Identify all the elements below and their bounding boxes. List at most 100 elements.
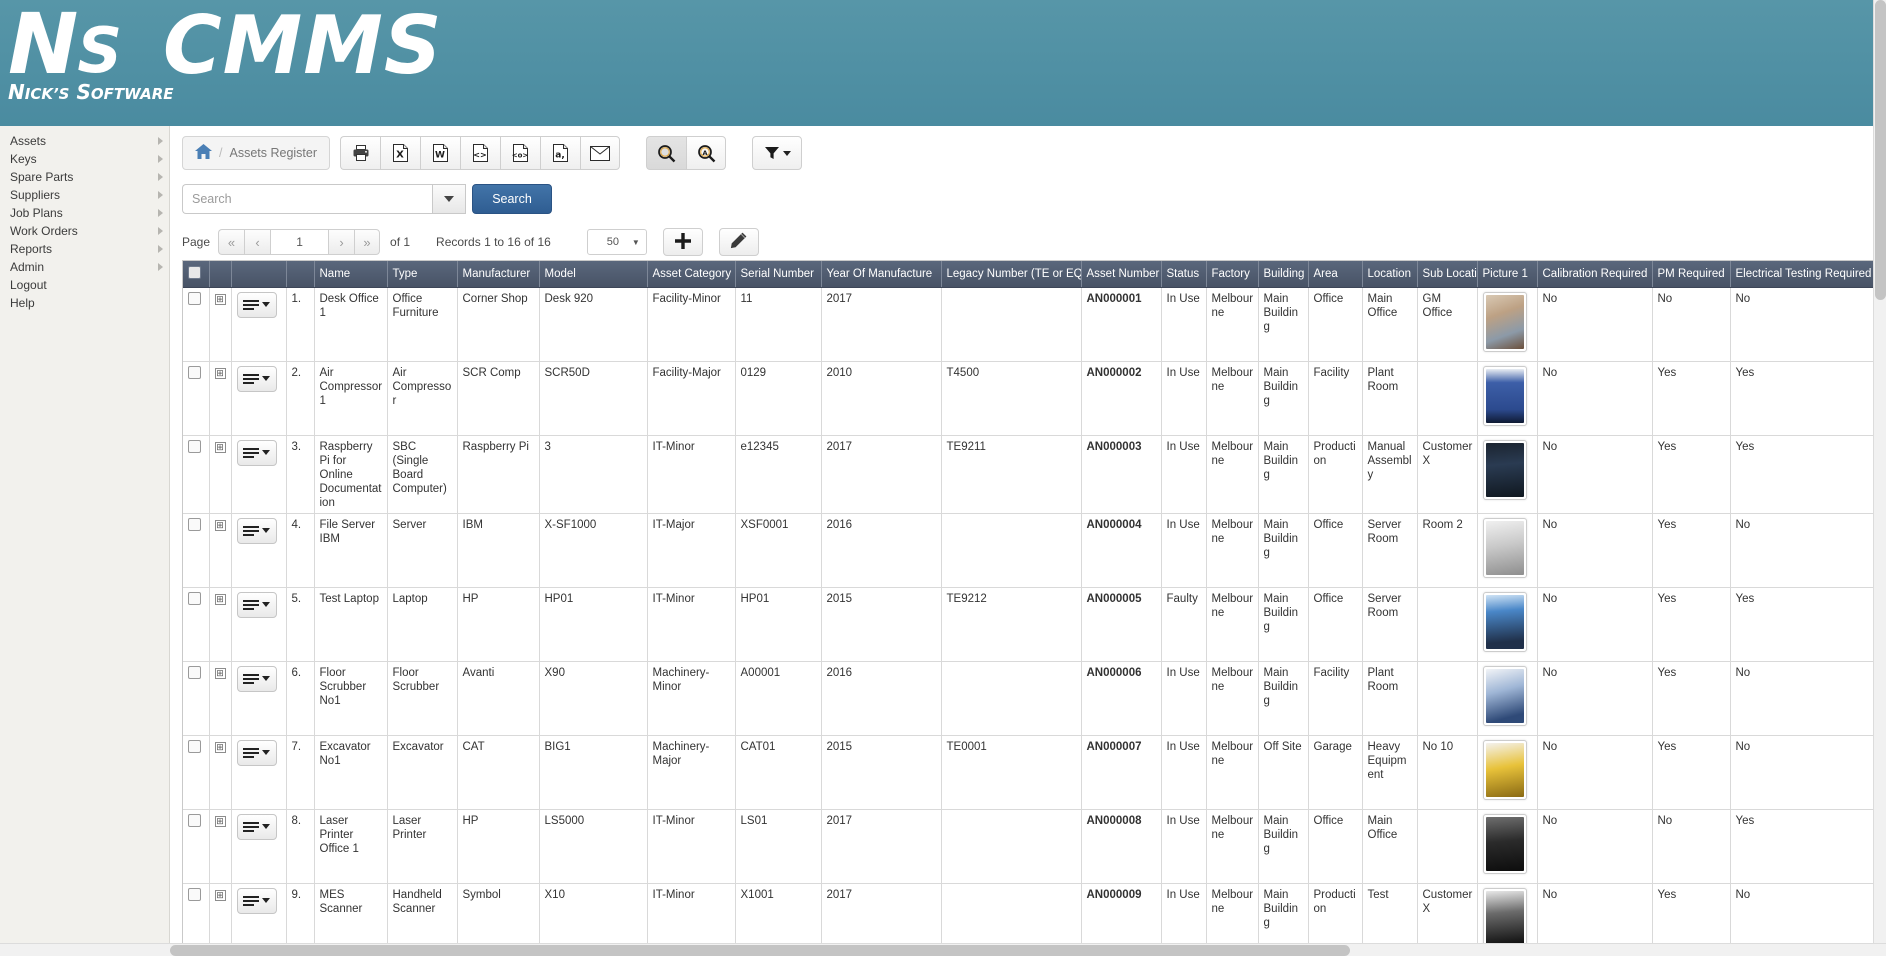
row-actions-menu[interactable] — [237, 592, 277, 618]
row-select-cell[interactable] — [183, 435, 209, 513]
row-actions-cell[interactable] — [231, 287, 286, 361]
row-select-cell[interactable] — [183, 513, 209, 587]
column-header-asset-number[interactable]: Asset Number — [1081, 261, 1161, 287]
row-select-cell[interactable] — [183, 587, 209, 661]
table-row[interactable]: ⊞5.Test LaptopLaptopHPHP01IT-MinorHP0120… — [183, 587, 1874, 661]
column-header-sub-location[interactable]: Sub Location — [1417, 261, 1477, 287]
row-expand-cell[interactable]: ⊞ — [209, 513, 231, 587]
row-actions-cell[interactable] — [231, 587, 286, 661]
column-header-asset-category[interactable]: Asset Category — [647, 261, 735, 287]
row-checkbox[interactable] — [188, 666, 201, 679]
select-all-header[interactable] — [183, 261, 209, 287]
row-select-cell[interactable] — [183, 883, 209, 950]
print-button[interactable] — [340, 136, 380, 170]
row-expand-cell[interactable]: ⊞ — [209, 809, 231, 883]
row-expand-cell[interactable]: ⊞ — [209, 661, 231, 735]
horizontal-scrollbar-thumb[interactable] — [170, 945, 1350, 956]
edit-record-button[interactable] — [719, 228, 759, 256]
expand-icon[interactable]: ⊞ — [215, 816, 226, 827]
row-checkbox[interactable] — [188, 518, 201, 531]
expand-icon[interactable]: ⊞ — [215, 742, 226, 753]
expand-icon[interactable]: ⊞ — [215, 890, 226, 901]
row-actions-cell[interactable] — [231, 809, 286, 883]
row-actions-cell[interactable] — [231, 435, 286, 513]
table-row[interactable]: ⊞6.Floor Scrubber No1Floor ScrubberAvant… — [183, 661, 1874, 735]
email-button[interactable] — [580, 136, 620, 170]
asset-thumbnail[interactable] — [1483, 814, 1527, 874]
column-header-location[interactable]: Location — [1362, 261, 1417, 287]
row-actions-menu[interactable] — [237, 292, 277, 318]
row-checkbox[interactable] — [188, 292, 201, 305]
row-select-cell[interactable] — [183, 661, 209, 735]
next-page-button[interactable]: › — [328, 229, 354, 255]
sidebar-item-logout[interactable]: Logout — [0, 276, 169, 294]
search-options-dropdown[interactable] — [432, 184, 466, 214]
asset-thumbnail[interactable] — [1483, 366, 1527, 426]
row-actions-menu[interactable] — [237, 518, 277, 544]
row-select-cell[interactable] — [183, 361, 209, 435]
column-header-type[interactable]: Type — [387, 261, 457, 287]
search-button[interactable]: Search — [472, 184, 552, 214]
expand-icon[interactable]: ⊞ — [215, 520, 226, 531]
column-header-model[interactable]: Model — [539, 261, 647, 287]
export-excel-button[interactable]: X — [380, 136, 420, 170]
sidebar-item-assets[interactable]: Assets — [0, 132, 169, 150]
row-actions-cell[interactable] — [231, 883, 286, 950]
search-input[interactable] — [182, 184, 432, 214]
row-actions-menu[interactable] — [237, 888, 277, 914]
row-expand-cell[interactable]: ⊞ — [209, 361, 231, 435]
home-icon[interactable] — [195, 144, 212, 162]
quick-search-button[interactable] — [646, 136, 686, 170]
column-header-serial-number[interactable]: Serial Number — [735, 261, 821, 287]
row-checkbox[interactable] — [188, 440, 201, 453]
row-select-cell[interactable] — [183, 735, 209, 809]
sidebar-item-reports[interactable]: Reports — [0, 240, 169, 258]
export-xml-button[interactable]: <> — [460, 136, 500, 170]
export-word-button[interactable]: W — [420, 136, 460, 170]
table-row[interactable]: ⊞9.MES ScannerHandheld ScannerSymbolX10I… — [183, 883, 1874, 950]
row-actions-cell[interactable] — [231, 661, 286, 735]
asset-thumbnail[interactable] — [1483, 888, 1527, 948]
row-expand-cell[interactable]: ⊞ — [209, 883, 231, 950]
row-select-cell[interactable] — [183, 809, 209, 883]
column-header-electrical-testing-required[interactable]: Electrical Testing Required — [1730, 261, 1874, 287]
table-row[interactable]: ⊞8.Laser Printer Office 1Laser PrinterHP… — [183, 809, 1874, 883]
row-checkbox[interactable] — [188, 888, 201, 901]
asset-thumbnail[interactable] — [1483, 592, 1527, 652]
table-row[interactable]: ⊞2.Air Compressor 1Air CompressorSCR Com… — [183, 361, 1874, 435]
table-row[interactable]: ⊞4.File Server IBMServerIBMX-SF1000IT-Ma… — [183, 513, 1874, 587]
column-header-manufacturer[interactable]: Manufacturer — [457, 261, 539, 287]
sidebar-item-suppliers[interactable]: Suppliers — [0, 186, 169, 204]
advanced-search-button[interactable]: A — [686, 136, 726, 170]
column-header-factory[interactable]: Factory — [1206, 261, 1258, 287]
first-page-button[interactable]: « — [218, 229, 244, 255]
row-actions-menu[interactable] — [237, 366, 277, 392]
row-checkbox[interactable] — [188, 740, 201, 753]
export-code-button[interactable]: <o> — [500, 136, 540, 170]
column-header-picture[interactable]: Picture 1 — [1477, 261, 1537, 287]
sidebar-item-help[interactable]: Help — [0, 294, 169, 312]
column-header-name[interactable]: Name — [314, 261, 387, 287]
row-actions-menu[interactable] — [237, 666, 277, 692]
asset-thumbnail[interactable] — [1483, 440, 1527, 500]
sidebar-item-job-plans[interactable]: Job Plans — [0, 204, 169, 222]
row-actions-cell[interactable] — [231, 513, 286, 587]
row-expand-cell[interactable]: ⊞ — [209, 587, 231, 661]
asset-thumbnail[interactable] — [1483, 292, 1527, 352]
expand-icon[interactable]: ⊞ — [215, 668, 226, 679]
asset-thumbnail[interactable] — [1483, 666, 1527, 726]
last-page-button[interactable]: » — [354, 229, 380, 255]
sidebar-item-keys[interactable]: Keys — [0, 150, 169, 168]
table-row[interactable]: ⊞7.Excavator No1ExcavatorCATBIG1Machiner… — [183, 735, 1874, 809]
select-all-checkbox[interactable] — [188, 266, 201, 279]
row-actions-cell[interactable] — [231, 735, 286, 809]
expand-icon[interactable]: ⊞ — [215, 294, 226, 305]
row-checkbox[interactable] — [188, 366, 201, 379]
vertical-scrollbar-thumb[interactable] — [1875, 0, 1886, 300]
filter-button[interactable] — [752, 136, 802, 170]
add-record-button[interactable] — [663, 228, 703, 256]
row-expand-cell[interactable]: ⊞ — [209, 435, 231, 513]
expand-icon[interactable]: ⊞ — [215, 442, 226, 453]
row-actions-menu[interactable] — [237, 440, 277, 466]
breadcrumb[interactable]: / Assets Register — [182, 136, 330, 170]
